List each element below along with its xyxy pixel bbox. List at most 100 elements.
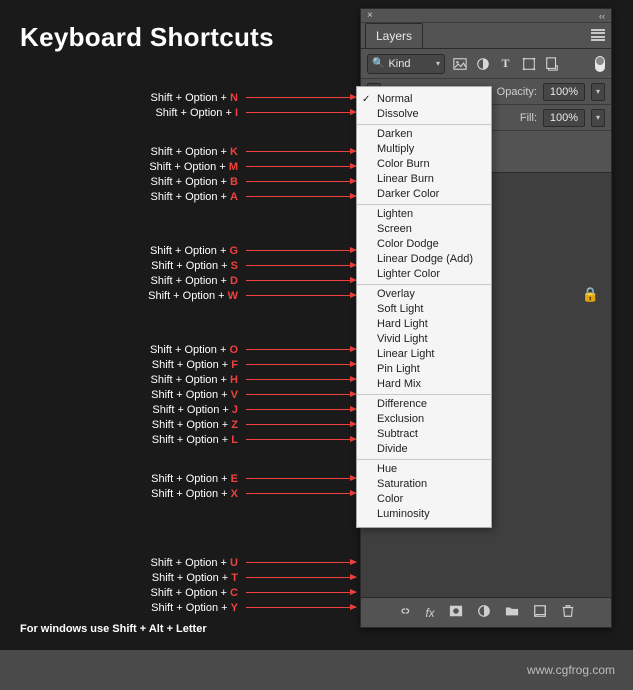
blend-mode-item[interactable]: Saturation (357, 477, 491, 492)
blend-mode-item[interactable]: Darker Color (357, 187, 491, 202)
shortcut-row: Shift + Option + T (0, 570, 356, 585)
shortcut-label: Shift + Option + O (150, 344, 238, 356)
blend-mode-item[interactable]: Exclusion (357, 412, 491, 427)
new-layer-icon[interactable] (533, 604, 547, 621)
shortcut-label: Shift + Option + Y (151, 602, 238, 614)
panel-bottom-icons: fx (361, 597, 611, 627)
arrow-icon (246, 409, 356, 410)
blend-mode-item[interactable]: Soft Light (357, 302, 491, 317)
blend-mode-item[interactable]: Dissolve (357, 107, 491, 122)
blend-mode-item[interactable]: Hue (357, 462, 491, 477)
blend-mode-item[interactable]: Normal (357, 92, 491, 107)
filter-toggle[interactable] (595, 56, 605, 72)
blend-mode-item[interactable]: Darken (357, 127, 491, 142)
adjustment-icon[interactable] (477, 604, 491, 621)
blend-mode-item[interactable]: Luminosity (357, 507, 491, 522)
blend-mode-item[interactable]: Subtract (357, 427, 491, 442)
blend-mode-item[interactable]: Linear Burn (357, 172, 491, 187)
arrow-icon (246, 577, 356, 578)
kind-select[interactable]: 🔍 Kind ▾ (367, 54, 445, 74)
blend-mode-item[interactable]: Hard Light (357, 317, 491, 332)
trash-icon[interactable] (561, 604, 575, 621)
blend-mode-item[interactable]: Color Dodge (357, 237, 491, 252)
shortcut-row: Shift + Option + V (0, 387, 356, 402)
shortcut-label: Shift + Option + D (151, 275, 238, 287)
arrow-icon (246, 166, 356, 167)
arrow-icon (246, 280, 356, 281)
fill-label: Fill: (520, 112, 537, 124)
shortcut-row: Shift + Option + K (0, 144, 356, 159)
blend-mode-item[interactable]: Pin Light (357, 362, 491, 377)
layer-lock-icon: 🔒 (582, 286, 599, 303)
arrow-icon (246, 151, 356, 152)
blend-mode-item[interactable]: Color (357, 492, 491, 507)
arrow-icon (246, 493, 356, 494)
tab-layers[interactable]: Layers (365, 23, 423, 48)
blend-mode-item[interactable]: Linear Dodge (Add) (357, 252, 491, 267)
shortcut-row: Shift + Option + L (0, 432, 356, 447)
arrow-icon (246, 196, 356, 197)
panel-headbar: × ‹‹ (361, 9, 611, 23)
mask-icon[interactable] (449, 604, 463, 621)
shortcut-label: Shift + Option + S (151, 260, 238, 272)
fill-dropdown[interactable]: ▾ (591, 109, 605, 127)
arrow-icon (246, 364, 356, 365)
shortcut-row: Shift + Option + S (0, 258, 356, 273)
shortcut-label: Shift + Option + Z (152, 419, 238, 431)
shortcut-label: Shift + Option + W (148, 290, 238, 302)
close-icon[interactable]: × (367, 10, 373, 21)
opacity-value[interactable]: 100% (543, 83, 585, 101)
shortcut-row (0, 516, 356, 531)
shortcut-label: Shift + Option + A (151, 191, 238, 203)
blend-mode-item[interactable]: Screen (357, 222, 491, 237)
image-filter-icon[interactable] (451, 55, 468, 72)
smartobject-filter-icon[interactable] (543, 55, 560, 72)
shortcut-label: Shift + Option + G (150, 245, 238, 257)
blend-mode-menu[interactable]: NormalDissolveDarkenMultiplyColor BurnLi… (356, 86, 492, 528)
blend-mode-item[interactable]: Color Burn (357, 157, 491, 172)
shortcut-row: Shift + Option + U (0, 555, 356, 570)
shortcut-label: Shift + Option + C (151, 587, 238, 599)
blend-mode-item[interactable]: Lighten (357, 207, 491, 222)
search-icon: 🔍 (372, 58, 384, 69)
adjustment-filter-icon[interactable] (474, 55, 491, 72)
shortcut-row: Shift + Option + B (0, 174, 356, 189)
panel-tabs: Layers (361, 23, 611, 49)
text-filter-icon[interactable]: T (497, 55, 514, 72)
shortcut-label: Shift + Option + M (149, 161, 238, 173)
fx-icon[interactable]: fx (425, 606, 434, 620)
shortcut-row: Shift + Option + X (0, 486, 356, 501)
footer: www.cgfrog.com (0, 650, 633, 690)
arrow-icon (246, 181, 356, 182)
shortcut-row: Shift + Option + D (0, 273, 356, 288)
windows-note: For windows use Shift + Alt + Letter (20, 623, 207, 635)
fill-value[interactable]: 100% (543, 109, 585, 127)
shortcut-label: Shift + Option + V (151, 389, 238, 401)
chevron-down-icon: ▾ (436, 59, 440, 68)
blend-mode-item[interactable]: Linear Light (357, 347, 491, 362)
shortcut-label: Shift + Option + T (152, 572, 238, 584)
link-icon[interactable] (397, 604, 411, 621)
arrow-icon (246, 295, 356, 296)
collapse-icon[interactable]: ‹‹ (599, 11, 605, 21)
shortcut-row: Shift + Option + J (0, 402, 356, 417)
shortcut-row (0, 204, 356, 219)
shortcut-row: Shift + Option + Y (0, 600, 356, 615)
page-title: Keyboard Shortcuts (20, 22, 274, 53)
blend-mode-item[interactable]: Multiply (357, 142, 491, 157)
opacity-dropdown[interactable]: ▾ (591, 83, 605, 101)
group-icon[interactable] (505, 604, 519, 621)
shortcut-row: Shift + Option + Z (0, 417, 356, 432)
blend-mode-item[interactable]: Vivid Light (357, 332, 491, 347)
arrow-icon (246, 478, 356, 479)
panel-menu-icon[interactable] (591, 29, 605, 41)
shape-filter-icon[interactable] (520, 55, 537, 72)
footer-credit: www.cgfrog.com (527, 663, 615, 677)
blend-mode-item[interactable]: Lighter Color (357, 267, 491, 282)
shortcut-row: Shift + Option + C (0, 585, 356, 600)
blend-mode-item[interactable]: Difference (357, 397, 491, 412)
blend-mode-item[interactable]: Divide (357, 442, 491, 457)
blend-mode-item[interactable]: Hard Mix (357, 377, 491, 392)
shortcut-row: Shift + Option + I (0, 105, 356, 120)
blend-mode-item[interactable]: Overlay (357, 287, 491, 302)
